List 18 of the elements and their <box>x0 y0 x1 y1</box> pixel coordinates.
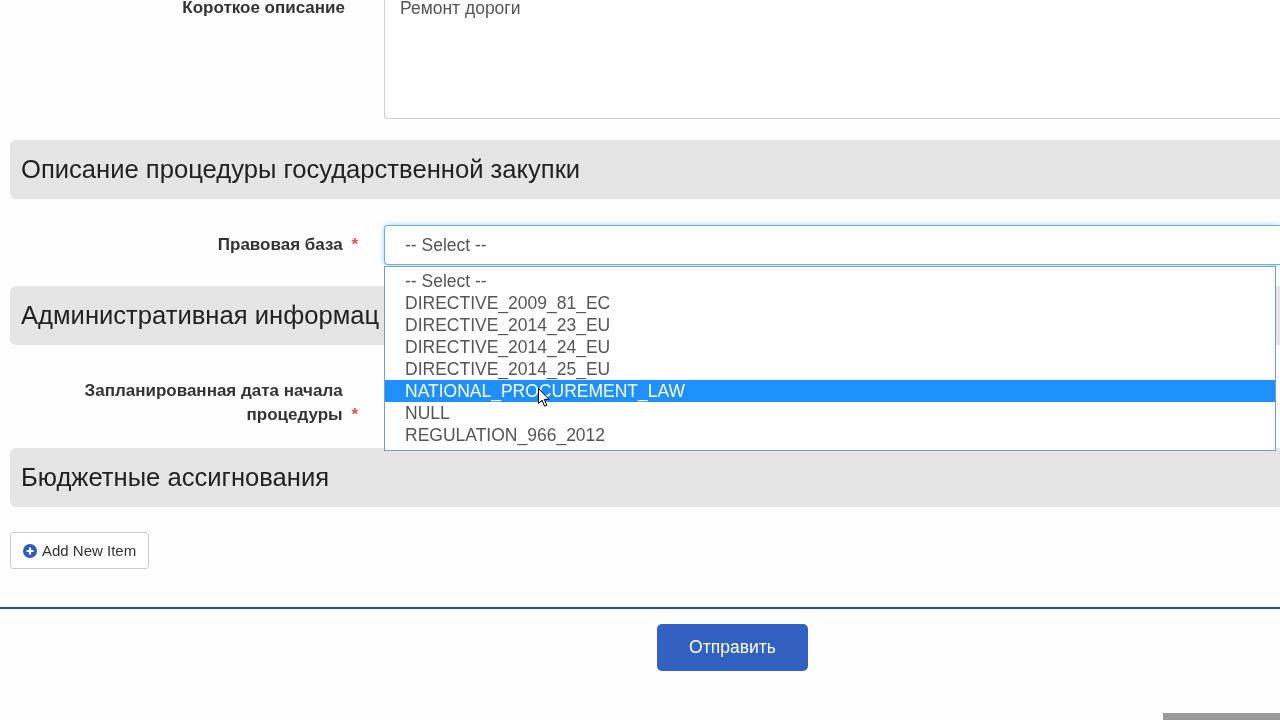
dropdown-option[interactable]: NULL <box>385 402 1275 424</box>
dropdown-option[interactable]: REGULATION_966_2012 <box>385 424 1275 446</box>
field-label: Запланированная дата начала процедуры <box>83 380 343 426</box>
required-mark: * <box>351 235 358 254</box>
scrollbar-thumb[interactable] <box>1163 713 1280 720</box>
submit-button[interactable]: Отправить <box>657 624 808 671</box>
plus-circle-icon <box>23 543 37 558</box>
description-field[interactable]: Ремонт дороги <box>384 0 1280 119</box>
dropdown-option[interactable]: DIRECTIVE_2014_25_EU <box>385 358 1275 380</box>
required-mark: * <box>351 405 358 424</box>
section-header: Бюджетные ассигнования <box>10 448 1280 507</box>
dropdown-option[interactable]: DIRECTIVE_2009_81_EC <box>385 292 1275 314</box>
section-header: Описание процедуры государственной закупки <box>10 140 1280 199</box>
dropdown-option[interactable]: DIRECTIVE_2014_23_EU <box>385 314 1275 336</box>
select-field[interactable]: -- Select -- <box>384 225 1280 265</box>
add-item-button[interactable]: Add New Item <box>10 532 149 569</box>
field-label: Короткое описание <box>182 0 345 16</box>
field-label: Правовая база <box>217 234 343 256</box>
